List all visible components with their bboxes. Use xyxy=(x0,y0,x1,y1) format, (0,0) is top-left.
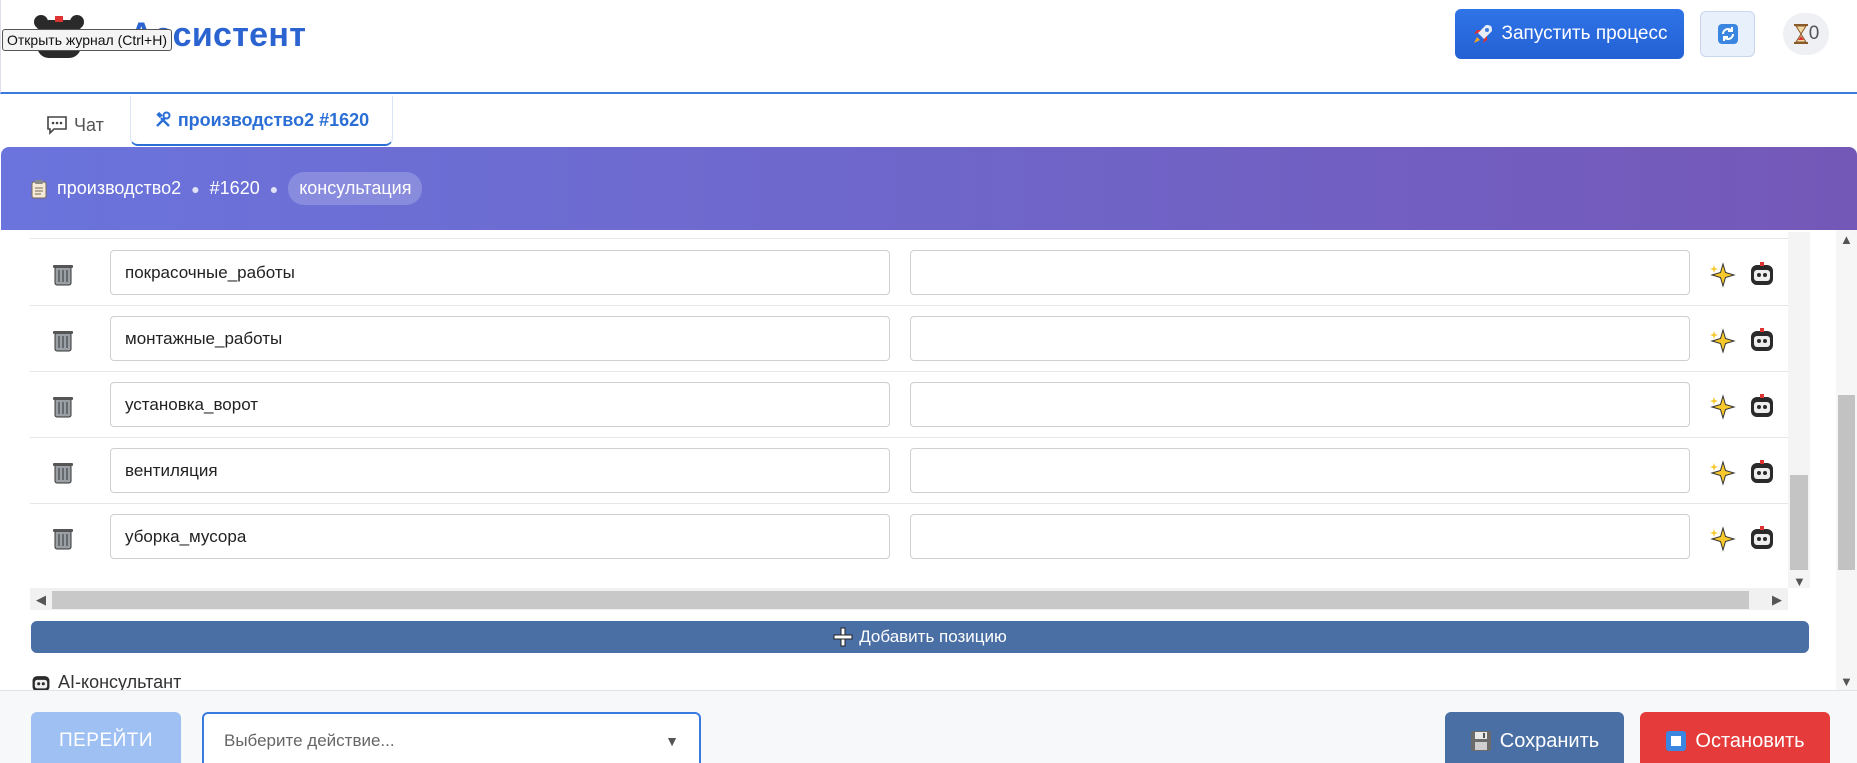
position-value-input[interactable] xyxy=(910,514,1690,559)
sparkle-icon[interactable] xyxy=(1710,460,1736,486)
history-button[interactable]: 0 xyxy=(1783,13,1829,55)
positions-table: покрасочные_работы монтажные_работы уста… xyxy=(30,232,1810,562)
table-row: вентиляция xyxy=(30,438,1810,504)
robot-icon[interactable] xyxy=(1749,393,1775,419)
tools-icon xyxy=(155,111,171,127)
sparkle-icon[interactable] xyxy=(1710,328,1736,354)
page-scroll-down-arrow-icon[interactable]: ▼ xyxy=(1840,674,1853,689)
position-name-input[interactable]: вентиляция xyxy=(110,448,890,493)
robot-icon[interactable] xyxy=(1749,525,1775,551)
add-position-button[interactable]: Добавить позицию xyxy=(31,621,1809,653)
breadcrumb-number: #1620 xyxy=(209,178,260,198)
clipboard-icon xyxy=(31,179,47,198)
position-value-input[interactable] xyxy=(910,382,1690,427)
save-button[interactable]: Сохранить xyxy=(1445,712,1624,763)
add-position-label: Добавить позицию xyxy=(859,627,1007,646)
page-vertical-scroll-thumb[interactable] xyxy=(1838,395,1855,570)
go-button[interactable]: ПЕРЕЙТИ xyxy=(31,712,181,763)
mode-badge: консультация xyxy=(288,172,423,205)
sparkle-icon[interactable] xyxy=(1710,262,1736,288)
sparkle-icon[interactable] xyxy=(1710,526,1736,552)
stop-icon xyxy=(1666,731,1687,751)
history-counter: 0 xyxy=(1808,23,1820,44)
position-value-input[interactable] xyxy=(910,448,1690,493)
trash-icon[interactable] xyxy=(52,328,74,352)
table-row: монтажные_работы xyxy=(30,306,1810,372)
plus-icon xyxy=(833,627,853,647)
sparkle-icon[interactable] xyxy=(1710,394,1736,420)
position-name-input[interactable]: установка_ворот xyxy=(110,382,890,427)
position-value-input[interactable] xyxy=(910,250,1690,295)
history-tooltip: Открыть журнал (Ctrl+H) xyxy=(2,29,172,51)
tab-process-label: производство2 #1620 xyxy=(177,109,370,130)
trash-icon[interactable] xyxy=(52,394,74,418)
breadcrumb-separator: ● xyxy=(269,180,279,197)
trash-icon[interactable] xyxy=(52,526,74,550)
trash-icon[interactable] xyxy=(52,262,74,286)
rocket-icon xyxy=(1473,25,1492,43)
chat-icon xyxy=(47,116,67,135)
refresh-button[interactable] xyxy=(1700,11,1755,57)
tab-process[interactable]: производство2 #1620 xyxy=(130,96,393,146)
table-horizontal-scroll-thumb[interactable] xyxy=(52,591,1749,609)
action-select[interactable]: Выберите действие... ▼ xyxy=(202,712,701,763)
tab-chat[interactable]: Чат xyxy=(46,108,104,142)
process-banner: производство2 ● #1620 ● консультация xyxy=(1,147,1857,230)
position-name-input[interactable]: покрасочные_работы xyxy=(110,250,890,295)
app-header: Ассистент Открыть журнал (Ctrl+H) Запуст… xyxy=(0,0,1857,94)
launch-process-button[interactable]: Запустить процесс xyxy=(1455,9,1684,59)
breadcrumb-separator: ● xyxy=(191,180,200,197)
tab-bar: Чат производство2 #1620 xyxy=(0,96,1857,146)
stop-label: Остановить xyxy=(1695,729,1805,752)
position-name-input[interactable]: уборка_мусора xyxy=(110,514,890,559)
robot-icon[interactable] xyxy=(1749,327,1775,353)
chevron-down-icon: ▼ xyxy=(665,733,679,749)
position-value-input[interactable] xyxy=(910,316,1690,361)
breadcrumb: производство2 ● #1620 ● консультация xyxy=(31,172,423,205)
action-select-placeholder: Выберите действие... xyxy=(224,731,395,750)
page-scroll-up-arrow-icon[interactable]: ▲ xyxy=(1840,232,1853,247)
scroll-down-arrow-icon[interactable]: ▼ xyxy=(1793,574,1806,589)
floppy-disk-icon xyxy=(1470,731,1491,751)
table-row: уборка_мусора xyxy=(30,504,1810,562)
table-row: установка_ворот xyxy=(30,372,1810,438)
position-name-input[interactable]: монтажные_работы xyxy=(110,316,890,361)
tab-chat-label: Чат xyxy=(74,114,104,135)
trash-icon[interactable] xyxy=(52,460,74,484)
scroll-left-arrow-icon[interactable]: ◀ xyxy=(36,592,46,608)
stop-button[interactable]: Остановить xyxy=(1640,712,1830,763)
table-row: покрасочные_работы xyxy=(30,240,1810,306)
scroll-right-arrow-icon[interactable]: ▶ xyxy=(1772,592,1782,608)
robot-icon[interactable] xyxy=(1749,261,1775,287)
table-vertical-scroll-thumb[interactable] xyxy=(1790,475,1808,570)
save-label: Сохранить xyxy=(1499,729,1600,752)
launch-process-label: Запустить процесс xyxy=(1501,23,1668,44)
breadcrumb-process: производство2 xyxy=(57,178,182,198)
hourglass-icon xyxy=(1793,24,1808,44)
refresh-icon xyxy=(1717,24,1738,44)
robot-icon[interactable] xyxy=(1749,459,1775,485)
